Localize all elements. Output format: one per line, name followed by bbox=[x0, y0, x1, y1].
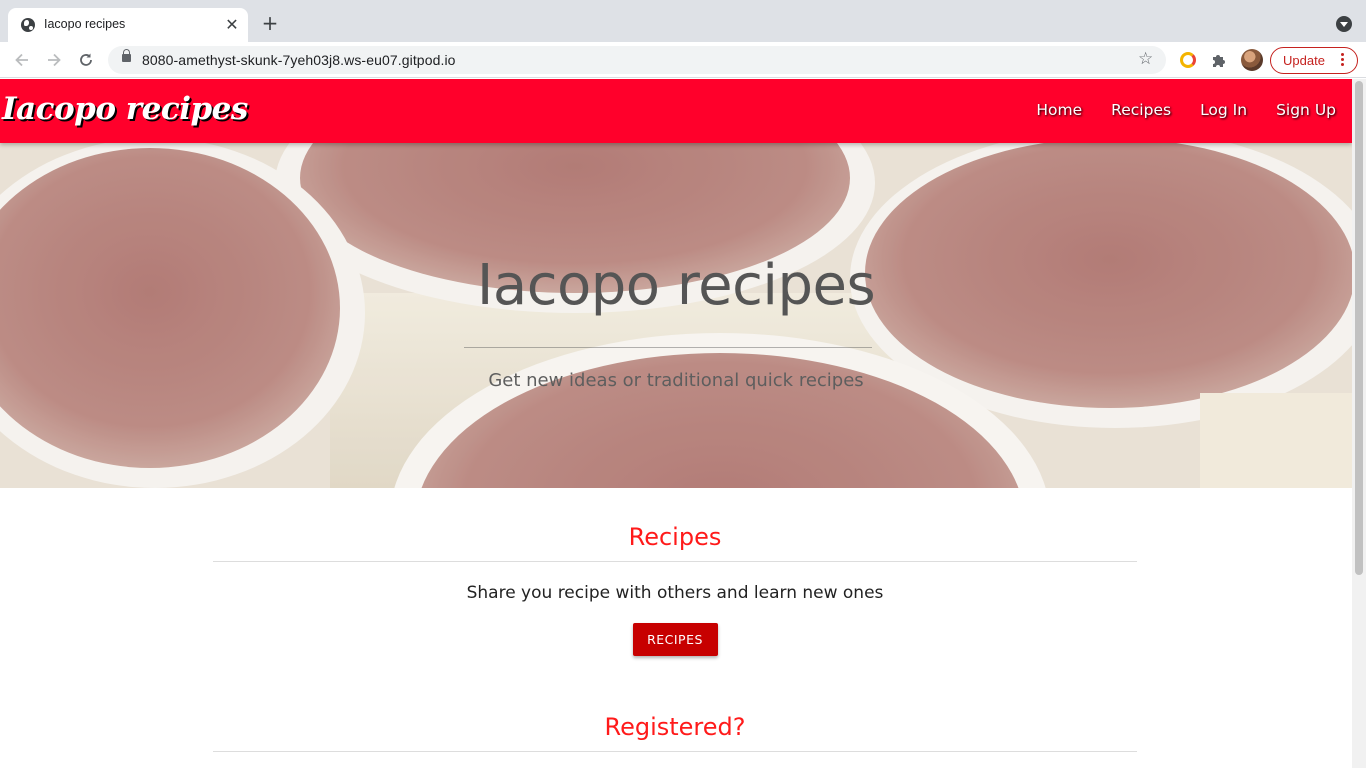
grammarly-extension-icon[interactable] bbox=[1180, 52, 1196, 68]
registered-section: Registered? bbox=[213, 710, 1137, 752]
nav-recipes[interactable]: Recipes bbox=[1111, 101, 1171, 119]
profile-avatar[interactable] bbox=[1241, 49, 1263, 71]
page-viewport: Iacopo recipes Home Recipes Log In Sign … bbox=[0, 79, 1352, 768]
lock-icon[interactable] bbox=[122, 49, 131, 62]
scrollbar-thumb[interactable] bbox=[1355, 81, 1363, 575]
hero-title: Iacopo recipes bbox=[476, 253, 876, 318]
brand-logo[interactable]: Iacopo recipes bbox=[2, 91, 248, 127]
tab-title: Iacopo recipes bbox=[44, 17, 126, 31]
page-scrollbar[interactable] bbox=[1352, 79, 1366, 768]
hero-banner: Iacopo recipes Get new ideas or traditio… bbox=[0, 143, 1352, 488]
forward-arrow-icon[interactable] bbox=[42, 48, 66, 72]
section-text: Share you recipe with others and learn n… bbox=[466, 583, 884, 603]
nav-log-in[interactable]: Log In bbox=[1200, 101, 1247, 119]
star-icon[interactable]: ☆ bbox=[1138, 49, 1153, 69]
address-bar[interactable]: 8080-amethyst-skunk-7yeh03j8.ws-eu07.git… bbox=[108, 46, 1166, 74]
site-navbar: Iacopo recipes Home Recipes Log In Sign … bbox=[0, 79, 1352, 143]
section-divider bbox=[213, 751, 1137, 752]
recipes-section: Recipes Share you recipe with others and… bbox=[213, 520, 1137, 656]
back-arrow-icon[interactable] bbox=[10, 48, 34, 72]
browser-tab-strip: Iacopo recipes ✕ + bbox=[0, 0, 1366, 42]
nav-home[interactable]: Home bbox=[1036, 101, 1082, 119]
hero-subtitle: Get new ideas or traditional quick recip… bbox=[488, 370, 864, 391]
section-title: Registered? bbox=[604, 713, 746, 741]
nav-sign-up[interactable]: Sign Up bbox=[1276, 101, 1336, 119]
globe-icon bbox=[21, 18, 35, 32]
close-icon[interactable]: ✕ bbox=[222, 15, 242, 35]
update-label: Update bbox=[1283, 53, 1325, 68]
section-divider bbox=[213, 561, 1137, 562]
nav-links: Home Recipes Log In Sign Up bbox=[1036, 101, 1336, 119]
plus-icon[interactable]: + bbox=[259, 12, 281, 34]
hero-divider bbox=[464, 347, 872, 348]
browser-tab[interactable]: Iacopo recipes ✕ bbox=[8, 8, 248, 42]
section-title: Recipes bbox=[628, 523, 722, 551]
more-vert-icon[interactable] bbox=[1341, 53, 1345, 68]
url-text[interactable]: 8080-amethyst-skunk-7yeh03j8.ws-eu07.git… bbox=[142, 52, 456, 68]
recipes-button[interactable]: RECIPES bbox=[632, 623, 718, 656]
browser-toolbar: 8080-amethyst-skunk-7yeh03j8.ws-eu07.git… bbox=[0, 42, 1366, 78]
reload-icon[interactable] bbox=[74, 48, 98, 72]
update-button[interactable]: Update bbox=[1270, 47, 1358, 74]
extensions-puzzle-icon[interactable] bbox=[1210, 51, 1228, 69]
tab-search-icon[interactable] bbox=[1336, 16, 1352, 32]
